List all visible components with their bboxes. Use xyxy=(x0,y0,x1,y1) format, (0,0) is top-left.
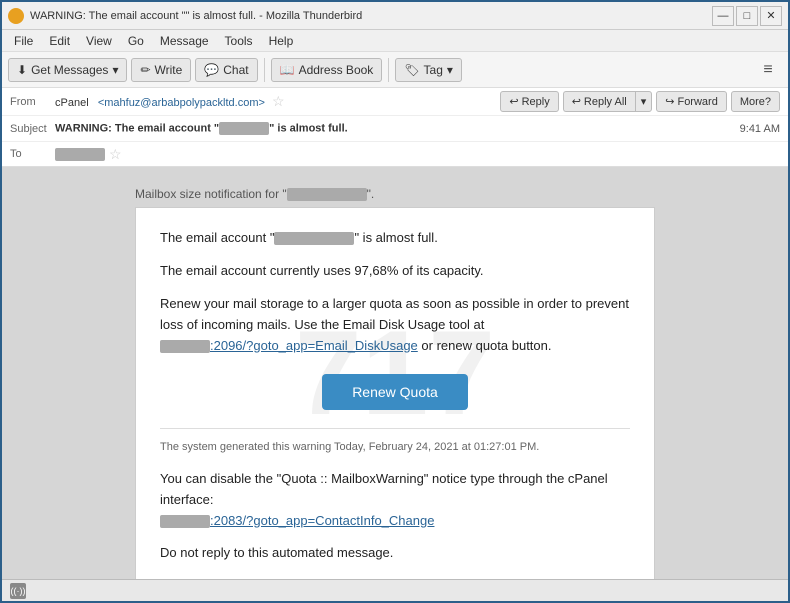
menu-help[interactable]: Help xyxy=(261,32,302,50)
to-bar: To ☆ xyxy=(2,142,788,166)
subject-text: WARNING: The email account " " is almost… xyxy=(55,122,740,135)
system-note: The system generated this warning Today,… xyxy=(160,439,630,457)
menu-go[interactable]: Go xyxy=(120,32,152,50)
from-content: cPanel <mahfuz@arbabpolypackltd.com> ☆ xyxy=(55,93,500,110)
address-book-icon: 📖 xyxy=(280,63,295,77)
redacted-account xyxy=(274,232,354,245)
get-messages-arrow: ▾ xyxy=(112,63,118,77)
menu-bar: File Edit View Go Message Tools Help xyxy=(2,30,788,52)
tag-label: Tag xyxy=(424,63,443,77)
write-label: Write xyxy=(155,63,183,77)
tag-icon: 🏷 xyxy=(404,63,419,77)
close-button[interactable]: ✕ xyxy=(760,6,782,26)
maximize-button[interactable]: □ xyxy=(736,6,758,26)
to-star-icon[interactable]: ☆ xyxy=(109,146,122,163)
email-line-2: The email account currently uses 97,68% … xyxy=(160,261,630,282)
email-line-1: The email account " " is almost full. xyxy=(160,228,630,249)
reply-all-arrow-button[interactable]: ▾ xyxy=(635,91,653,112)
redacted-to-address xyxy=(55,148,105,161)
minimize-button[interactable]: — xyxy=(712,6,734,26)
email-divider xyxy=(160,428,630,429)
email-line-3: Renew your mail storage to a larger quot… xyxy=(160,294,630,356)
more-button[interactable]: More? xyxy=(731,91,780,112)
address-book-label: Address Book xyxy=(299,63,374,77)
reply-all-group: ↩ Reply All ▾ xyxy=(563,91,653,112)
from-email[interactable]: <mahfuz@arbabpolypackltd.com> xyxy=(98,97,265,109)
window-controls: — □ ✕ xyxy=(712,6,782,26)
get-messages-label: Get Messages xyxy=(31,63,108,77)
renew-quota-button[interactable]: Renew Quota xyxy=(322,374,468,410)
status-bar: ((·)) xyxy=(2,579,788,601)
reply-icon: ↩ xyxy=(509,95,518,108)
forward-icon: ↪ xyxy=(665,95,674,108)
menu-view[interactable]: View xyxy=(78,32,120,50)
renew-btn-wrapper: Renew Quota xyxy=(160,374,630,410)
disable-notice: You can disable the "Quota :: MailboxWar… xyxy=(160,469,630,531)
reply-all-icon: ↩ xyxy=(572,95,581,108)
from-name: cPanel xyxy=(55,97,89,109)
redacted-url-prefix-2 xyxy=(160,515,210,528)
status-icon: ((·)) xyxy=(10,583,26,599)
write-icon: ✏ xyxy=(140,63,150,77)
menu-message[interactable]: Message xyxy=(152,32,217,50)
menu-tools[interactable]: Tools xyxy=(217,32,261,50)
tag-button[interactable]: 🏷 Tag ▾ xyxy=(395,58,462,82)
redacted-url-prefix xyxy=(160,340,210,353)
reply-all-label: Reply All xyxy=(584,96,627,108)
forward-label: Forward xyxy=(677,96,717,108)
write-button[interactable]: ✏ Write xyxy=(131,58,191,82)
chat-button[interactable]: 💬 Chat xyxy=(195,58,257,82)
reply-button[interactable]: ↩ Reply xyxy=(500,91,558,112)
more-label: More? xyxy=(740,96,771,108)
hamburger-menu-icon[interactable]: ≡ xyxy=(754,56,782,84)
disk-usage-link[interactable]: :2096/?goto_app=Email_DiskUsage xyxy=(210,338,418,353)
from-label: From xyxy=(10,96,55,108)
to-label: To xyxy=(10,148,55,160)
reply-all-button[interactable]: ↩ Reply All xyxy=(563,91,635,112)
from-star-icon[interactable]: ☆ xyxy=(272,93,285,109)
get-messages-button[interactable]: ⬇ Get Messages ▾ xyxy=(8,58,127,82)
reply-label: Reply xyxy=(522,96,550,108)
main-window: WARNING: The email account "" is almost … xyxy=(0,0,790,603)
redacted-mailbox xyxy=(287,188,367,201)
window-title: WARNING: The email account "" is almost … xyxy=(30,10,712,22)
menu-file[interactable]: File xyxy=(6,32,41,50)
chat-label: Chat xyxy=(223,63,248,77)
message-actions: ↩ Reply ↩ Reply All ▾ ↪ Forward More? xyxy=(500,91,780,112)
toolbar-separator-2 xyxy=(388,58,389,82)
app-icon xyxy=(8,8,24,24)
email-content-area: 717 Mailbox size notification for " ". T… xyxy=(2,167,788,579)
redacted-email-subject xyxy=(219,122,269,135)
pre-email-text: Mailbox size notification for " ". xyxy=(135,187,374,201)
address-book-button[interactable]: 📖 Address Book xyxy=(271,58,383,82)
toolbar-separator-1 xyxy=(264,58,265,82)
tag-arrow: ▾ xyxy=(447,63,453,77)
chat-icon: 💬 xyxy=(204,63,219,77)
main-toolbar: ⬇ Get Messages ▾ ✏ Write 💬 Chat 📖 Addres… xyxy=(2,52,788,88)
menu-edit[interactable]: Edit xyxy=(41,32,78,50)
pre-email-row: Mailbox size notification for " ". xyxy=(135,187,655,201)
subject-label: Subject xyxy=(10,123,55,135)
title-bar: WARNING: The email account "" is almost … xyxy=(2,2,788,30)
from-bar: From cPanel <mahfuz@arbabpolypackltd.com… xyxy=(2,88,788,116)
do-not-reply: Do not reply to this automated message. xyxy=(160,543,630,564)
email-body: The email account " " is almost full. Th… xyxy=(136,208,654,579)
email-container: The email account " " is almost full. Th… xyxy=(135,207,655,579)
forward-button[interactable]: ↪ Forward xyxy=(656,91,727,112)
message-header: From cPanel <mahfuz@arbabpolypackltd.com… xyxy=(2,88,788,167)
get-messages-icon: ⬇ xyxy=(17,63,27,77)
contact-info-link[interactable]: :2083/?goto_app=ContactInfo_Change xyxy=(210,513,434,528)
subject-bar: Subject WARNING: The email account " " i… xyxy=(2,116,788,142)
message-time: 9:41 AM xyxy=(740,123,780,135)
